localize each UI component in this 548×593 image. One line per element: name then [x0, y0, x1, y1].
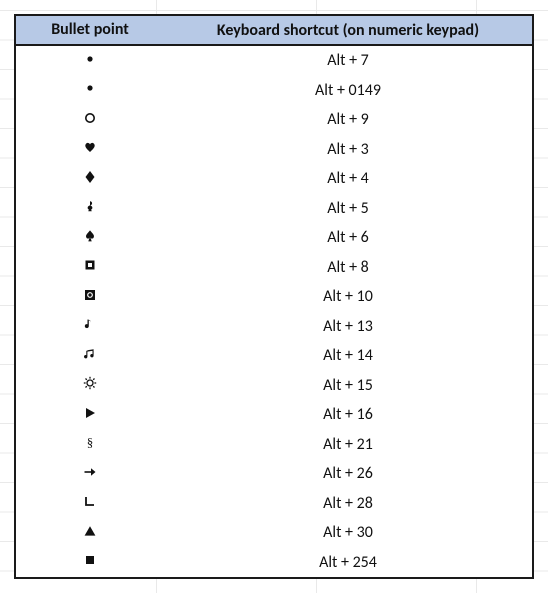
- shortcut-cell: Alt + 21: [164, 435, 532, 454]
- bullet-symbol-cell: [16, 347, 164, 365]
- shortcut-cell: Alt + 16: [164, 405, 532, 424]
- shortcut-cell: Alt + 6: [164, 228, 532, 247]
- square-filled-icon: [83, 553, 97, 567]
- table-row: Alt + 13: [16, 312, 532, 342]
- spade-icon: [83, 229, 97, 243]
- shortcut-cell: Alt + 30: [164, 523, 532, 542]
- shortcut-cell: Alt + 7: [164, 51, 532, 70]
- bullet-symbol-cell: [16, 376, 164, 394]
- bullet-symbol-cell: [16, 52, 164, 70]
- bullet-symbol-cell: [16, 81, 164, 99]
- square-inverse-icon: [83, 258, 97, 272]
- table-row: Alt + 7: [16, 46, 532, 76]
- table-row: Alt + 28: [16, 489, 532, 519]
- bullet-dot-icon: [83, 52, 97, 66]
- circle-outline-icon: [83, 111, 97, 125]
- bullet-shortcuts-table: Bullet point Keyboard shortcut (on numer…: [14, 14, 534, 579]
- play-triangle-icon: [83, 406, 97, 420]
- right-angle-icon: [83, 494, 97, 508]
- table-row: Alt + 254: [16, 548, 532, 578]
- bullet-symbol-cell: [16, 229, 164, 247]
- bullet-symbol-cell: [16, 140, 164, 158]
- table-row: Alt + 4: [16, 164, 532, 194]
- bullet-symbol-cell: [16, 406, 164, 424]
- table-header-row: Bullet point Keyboard shortcut (on numer…: [16, 16, 532, 46]
- sun-outline-icon: [83, 376, 97, 390]
- table-row: Alt + 9: [16, 105, 532, 135]
- bullet-symbol-cell: [16, 111, 164, 129]
- header-bullet-point: Bullet point: [16, 22, 164, 38]
- shortcut-cell: Alt + 26: [164, 464, 532, 483]
- club-icon: [83, 199, 97, 213]
- triangle-up-icon: [83, 524, 97, 538]
- shortcut-cell: Alt + 8: [164, 258, 532, 277]
- table-row: Alt + 5: [16, 194, 532, 224]
- shortcut-cell: Alt + 28: [164, 494, 532, 513]
- eighth-note-icon: [83, 317, 97, 331]
- shortcut-cell: Alt + 10: [164, 287, 532, 306]
- shortcut-cell: Alt + 254: [164, 553, 532, 572]
- bullet-symbol-cell: [16, 524, 164, 542]
- table-row: Alt + 6: [16, 223, 532, 253]
- shortcut-cell: Alt + 0149: [164, 81, 532, 100]
- bullet-symbol-cell: [16, 553, 164, 571]
- bullet-symbol-cell: [16, 199, 164, 217]
- beamed-notes-icon: [83, 347, 97, 361]
- section-sign-icon: [83, 435, 97, 449]
- heart-icon: [83, 140, 97, 154]
- bullet-symbol-cell: [16, 465, 164, 483]
- shortcut-cell: Alt + 5: [164, 199, 532, 218]
- header-keyboard-shortcut: Keyboard shortcut (on numeric keypad): [164, 21, 532, 40]
- table-row: Alt + 10: [16, 282, 532, 312]
- bullet-symbol-cell: [16, 435, 164, 453]
- bullet-symbol-cell: [16, 317, 164, 335]
- arrow-right-icon: [83, 465, 97, 479]
- bullet-symbol-cell: [16, 258, 164, 276]
- bullet-symbol-cell: [16, 288, 164, 306]
- table-row: Alt + 30: [16, 518, 532, 548]
- table-row: Alt + 0149: [16, 76, 532, 106]
- table-row: Alt + 16: [16, 400, 532, 430]
- shortcut-cell: Alt + 14: [164, 346, 532, 365]
- bullet-symbol-cell: [16, 494, 164, 512]
- table-row: Alt + 21: [16, 430, 532, 460]
- square-inverse-circle-icon: [83, 288, 97, 302]
- table-row: Alt + 26: [16, 459, 532, 489]
- table-row: Alt + 8: [16, 253, 532, 283]
- table-row: Alt + 15: [16, 371, 532, 401]
- bullet-dot-icon: [83, 81, 97, 95]
- bullet-symbol-cell: [16, 170, 164, 188]
- shortcut-cell: Alt + 9: [164, 110, 532, 129]
- diamond-icon: [83, 170, 97, 184]
- shortcut-cell: Alt + 4: [164, 169, 532, 188]
- table-row: Alt + 3: [16, 135, 532, 165]
- table-row: Alt + 14: [16, 341, 532, 371]
- shortcut-cell: Alt + 13: [164, 317, 532, 336]
- shortcut-cell: Alt + 3: [164, 140, 532, 159]
- shortcut-cell: Alt + 15: [164, 376, 532, 395]
